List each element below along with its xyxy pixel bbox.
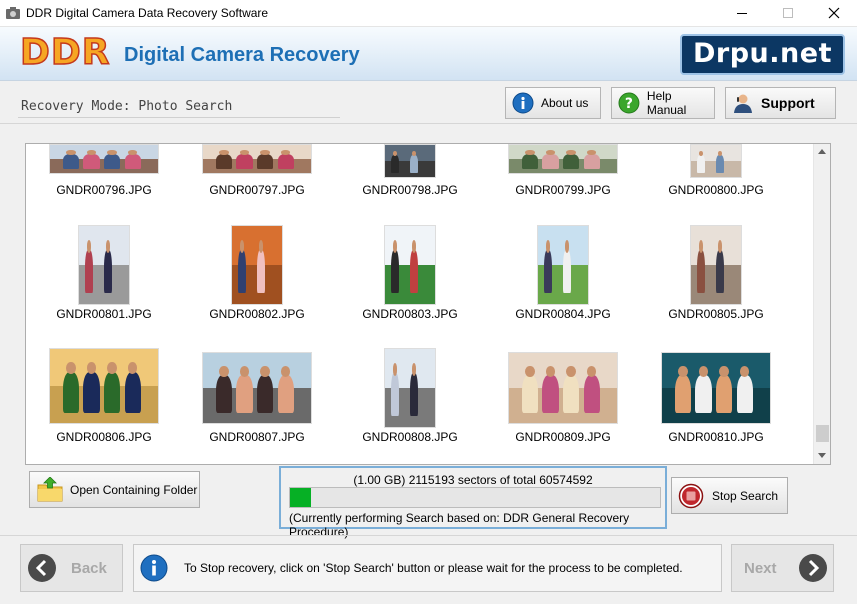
help-manual-label: Help Manual — [646, 89, 687, 117]
photo-thumbnail — [384, 348, 436, 428]
next-label: Next — [744, 559, 777, 577]
next-button[interactable]: Next — [731, 544, 834, 592]
svg-text:?: ? — [625, 96, 633, 112]
open-folder-label: Open Containing Folder — [70, 482, 198, 497]
minimize-button[interactable] — [719, 0, 765, 27]
progress-fill — [290, 488, 311, 507]
back-button[interactable]: Back — [20, 544, 123, 592]
info-bar: To Stop recovery, click on 'Stop Search'… — [133, 544, 722, 592]
photo-thumbnail — [49, 348, 159, 424]
back-label: Back — [71, 559, 107, 577]
recovery-mode-label: Recovery Mode: Photo Search — [21, 99, 233, 114]
search-progress-panel: (1.00 GB) 2115193 sectors of total 60574… — [279, 466, 667, 539]
divider — [18, 117, 340, 118]
scrollbar-thumb[interactable] — [816, 425, 829, 442]
header-banner: DDR Digital Camera Recovery Drpu.net — [0, 27, 857, 81]
file-name-label: GNDR00805.JPG — [668, 307, 764, 321]
open-containing-folder-button[interactable]: Open Containing Folder — [29, 471, 200, 508]
support-label: Support — [761, 95, 815, 111]
sector-progress-text: (1.00 GB) 2115193 sectors of total 60574… — [353, 473, 593, 487]
support-person-icon — [734, 94, 752, 113]
stop-icon — [678, 483, 704, 508]
file-name-label: GNDR00806.JPG — [56, 430, 152, 444]
file-thumbnail-item[interactable]: GNDR00810.JPG — [641, 144, 791, 444]
file-name-label: GNDR00808.JPG — [362, 430, 458, 444]
photo-thumbnail — [508, 352, 618, 424]
title-bar: DDR Digital Camera Data Recovery Softwar… — [0, 0, 857, 27]
photo-thumbnail — [661, 352, 771, 424]
about-us-button[interactable]: About us — [505, 87, 601, 119]
progress-bar — [289, 487, 661, 508]
stop-search-button[interactable]: Stop Search — [671, 477, 788, 514]
banner-title: Digital Camera Recovery — [124, 44, 360, 66]
info-icon — [140, 554, 168, 582]
file-name-label: GNDR00809.JPG — [515, 430, 611, 444]
next-arrow-icon — [798, 554, 827, 582]
back-arrow-icon — [28, 554, 56, 582]
info-icon — [512, 92, 534, 114]
close-icon — [828, 7, 840, 19]
file-name-label: GNDR00802.JPG — [209, 307, 305, 321]
file-thumbnail-item[interactable]: GNDR00807.JPG — [182, 144, 332, 444]
support-button[interactable]: Support — [725, 87, 836, 119]
help-icon: ? — [618, 92, 640, 114]
photo-thumbnail — [202, 352, 312, 424]
stop-search-label: Stop Search — [712, 488, 779, 503]
mode-row: Recovery Mode: Photo Search About us ? H… — [0, 82, 857, 124]
maximize-icon — [783, 8, 793, 18]
drpu-logo[interactable]: Drpu.net — [680, 34, 845, 75]
maximize-button[interactable] — [765, 0, 811, 27]
file-name-label: GNDR00803.JPG — [362, 307, 458, 321]
file-thumbnail-item[interactable]: GNDR00806.JPG — [29, 144, 179, 444]
divider — [0, 535, 857, 536]
vertical-scrollbar[interactable] — [813, 144, 830, 464]
camera-app-icon — [6, 7, 20, 19]
minimize-icon — [737, 13, 747, 14]
folder-icon — [37, 476, 63, 501]
file-name-label: GNDR00810.JPG — [668, 430, 764, 444]
info-message: To Stop recovery, click on 'Stop Search'… — [184, 561, 683, 575]
scroll-down-icon[interactable] — [818, 453, 826, 458]
about-us-label: About us — [541, 96, 589, 110]
scroll-up-icon[interactable] — [818, 149, 826, 154]
file-name-label: GNDR00807.JPG — [209, 430, 305, 444]
file-thumbnail-item[interactable]: GNDR00809.JPG — [488, 144, 638, 444]
help-manual-button[interactable]: ? Help Manual — [611, 87, 715, 119]
close-button[interactable] — [811, 0, 857, 27]
recovered-files-gallery[interactable]: GNDR00796.JPG GNDR00797.JPG GNDR00798.JPG G… — [25, 143, 831, 465]
window-title: DDR Digital Camera Data Recovery Softwar… — [26, 6, 269, 20]
ddr-logo: DDR — [19, 32, 111, 74]
file-thumbnail-item[interactable]: GNDR00808.JPG — [335, 144, 485, 444]
file-name-label: GNDR00801.JPG — [56, 307, 152, 321]
file-name-label: GNDR00804.JPG — [515, 307, 611, 321]
